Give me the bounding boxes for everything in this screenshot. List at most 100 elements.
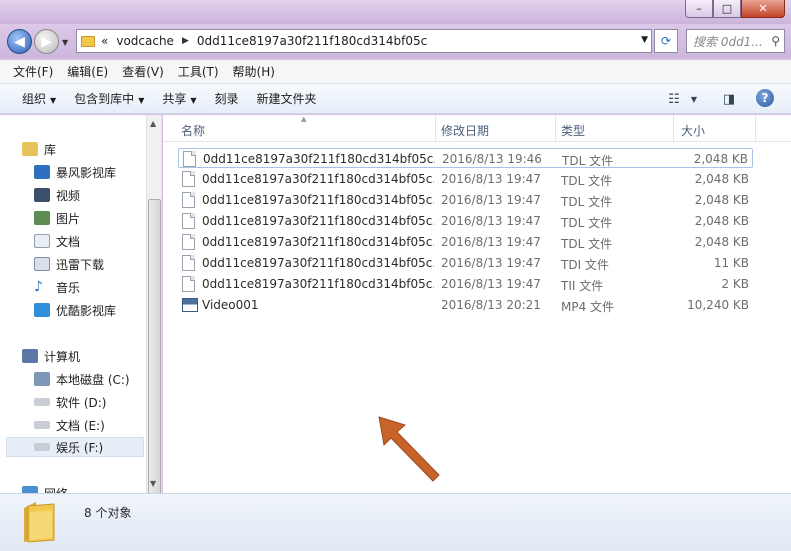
share-button[interactable]: 共享 ▼ — [156, 90, 208, 107]
nav-drive-f[interactable]: 娱乐 (F:) — [6, 437, 144, 457]
file-row[interactable]: Video001 2016/8/13 20:21 MP4 文件 10,240 KB — [178, 295, 753, 315]
file-icon — [182, 255, 195, 271]
file-name: 0dd11ce8197a30f211f180cd314bf05c... — [202, 256, 434, 270]
history-dropdown-icon[interactable]: ▼ — [62, 38, 68, 47]
preview-pane-icon[interactable]: ◨ — [718, 89, 740, 109]
nav-item-music[interactable]: ♪ 音乐 — [34, 277, 80, 297]
forward-button[interactable]: ▶ — [34, 29, 59, 54]
details-pane: 8 个对象 — [0, 493, 791, 551]
file-type: TDL 文件 — [561, 174, 613, 188]
windows-drive-icon — [34, 372, 50, 386]
mp4-icon — [182, 298, 198, 312]
file-icon — [182, 192, 195, 208]
file-name: Video001 — [202, 298, 259, 312]
menu-bar: 文件(F) 编辑(E) 查看(V) 工具(T) 帮助(H) — [0, 60, 791, 84]
nav-computer[interactable]: 计算机 — [22, 346, 80, 366]
scroll-down-icon[interactable]: ▼ — [150, 479, 156, 488]
column-size[interactable]: 大小 — [681, 122, 705, 139]
file-row[interactable]: 0dd11ce8197a30f211f180cd314bf05c... 2016/… — [178, 190, 753, 210]
nav-drive-c[interactable]: 本地磁盘 (C:) — [34, 369, 130, 389]
menu-file[interactable]: 文件(F) — [6, 63, 60, 80]
view-options-icon[interactable]: ☷ — [664, 89, 684, 109]
nav-drive-label: 软件 (D:) — [56, 395, 107, 410]
nav-drive-e[interactable]: 文档 (E:) — [34, 415, 105, 435]
breadcrumb-separator-icon[interactable]: ▶ — [182, 36, 189, 46]
column-divider[interactable] — [435, 115, 436, 142]
file-date: 2016/8/13 19:47 — [441, 277, 541, 291]
nav-network-label: 网络 — [44, 485, 68, 494]
maximize-button[interactable]: □ — [713, 0, 741, 18]
file-date: 2016/8/13 19:46 — [442, 152, 542, 166]
new-folder-button[interactable]: 新建文件夹 — [251, 90, 329, 107]
scroll-up-icon[interactable]: ▲ — [150, 119, 156, 128]
column-divider[interactable] — [673, 115, 674, 142]
burn-button[interactable]: 刻录 — [209, 90, 251, 107]
address-row: ◀ ▶ ▼ « vodcache ▶ 0dd11ce8197a30f211f18… — [0, 24, 791, 58]
nav-libraries[interactable]: 库 — [22, 139, 56, 159]
back-button[interactable]: ◀ — [7, 29, 32, 54]
arrow-left-icon: ◀ — [14, 33, 25, 50]
file-row[interactable]: 0dd11ce8197a30f211f180cd314bf05c... 2016/… — [178, 253, 753, 273]
video-library-icon — [34, 303, 50, 317]
column-divider[interactable] — [555, 115, 556, 142]
sort-ascending-icon: ▲ — [301, 115, 307, 123]
address-bar[interactable]: « vodcache ▶ 0dd11ce8197a30f211f180cd314… — [76, 29, 652, 53]
nav-item-documents[interactable]: 文档 — [34, 231, 80, 251]
column-divider[interactable] — [755, 115, 756, 142]
music-note-icon: ♪ — [34, 279, 43, 295]
breadcrumb-current-folder[interactable]: 0dd11ce8197a30f211f180cd314bf05c — [197, 34, 427, 48]
column-date[interactable]: 修改日期 — [441, 122, 489, 139]
video-library-icon — [34, 165, 50, 179]
scrollbar-thumb[interactable] — [148, 199, 161, 493]
folder-icon — [24, 502, 55, 543]
breadcrumb-vodcache[interactable]: vodcache — [116, 34, 174, 48]
file-size: 2,048 KB — [693, 152, 748, 166]
file-name: 0dd11ce8197a30f211f180cd314bf05c... — [202, 172, 434, 186]
organize-button[interactable]: 组织 ▼ — [16, 90, 68, 107]
file-size: 2,048 KB — [694, 235, 749, 249]
breadcrumb-overflow[interactable]: « — [101, 34, 108, 48]
column-type[interactable]: 类型 — [561, 122, 585, 139]
file-row[interactable]: 0dd11ce8197a30f211f180cd314bf05c... 2016/… — [178, 148, 753, 168]
nav-item-videos[interactable]: 视频 — [34, 185, 80, 205]
help-icon[interactable]: ? — [756, 89, 774, 107]
nav-network[interactable]: 网络 — [22, 483, 68, 493]
menu-view[interactable]: 查看(V) — [115, 63, 171, 80]
menu-help[interactable]: 帮助(H) — [226, 63, 282, 80]
item-count: 8 个对象 — [84, 506, 132, 520]
file-row[interactable]: 0dd11ce8197a30f211f180cd314bf05c... 2016/… — [178, 211, 753, 231]
include-in-library-button[interactable]: 包含到库中 ▼ — [68, 90, 156, 107]
address-dropdown-icon[interactable]: ▼ — [641, 35, 648, 45]
title-bar: – □ ✕ — [0, 0, 791, 24]
nav-item-baofeng[interactable]: 暴风影视库 — [34, 162, 116, 182]
file-row[interactable]: 0dd11ce8197a30f211f180cd314bf05c... 2016/… — [178, 274, 753, 294]
search-input[interactable]: 搜索 0dd1... ⚲ — [686, 29, 785, 53]
nav-item-youku[interactable]: 优酷影视库 — [34, 300, 116, 320]
close-button[interactable]: ✕ — [741, 0, 785, 18]
nav-drive-d[interactable]: 软件 (D:) — [34, 392, 106, 412]
file-type: TDL 文件 — [561, 216, 613, 230]
refresh-button[interactable]: ⟳ — [654, 29, 678, 53]
file-row[interactable]: 0dd11ce8197a30f211f180cd314bf05c... 2016/… — [178, 232, 753, 252]
nav-item-thunder-downloads[interactable]: 迅雷下载 — [34, 254, 104, 274]
view-dropdown-icon[interactable]: ▼ — [688, 89, 700, 109]
download-folder-icon — [34, 257, 50, 271]
column-name[interactable]: 名称 — [181, 122, 205, 139]
file-icon — [182, 276, 195, 292]
drive-icon — [34, 421, 50, 429]
nav-item-pictures[interactable]: 图片 — [34, 208, 80, 228]
minimize-button[interactable]: – — [685, 0, 713, 18]
nav-scrollbar[interactable]: ▲ ▼ — [146, 115, 161, 493]
menu-tools[interactable]: 工具(T) — [171, 63, 226, 80]
file-size: 11 KB — [713, 256, 749, 270]
file-date: 2016/8/13 19:47 — [441, 256, 541, 270]
nav-drive-label: 本地磁盘 (C:) — [56, 372, 130, 387]
file-name: 0dd11ce8197a30f211f180cd314bf05c... — [202, 193, 434, 207]
nav-libraries-label: 库 — [44, 142, 57, 157]
menu-edit[interactable]: 编辑(E) — [60, 63, 115, 80]
film-icon — [34, 188, 50, 202]
file-size: 2,048 KB — [694, 193, 749, 207]
file-row[interactable]: 0dd11ce8197a30f211f180cd314bf05c... 2016/… — [178, 169, 753, 189]
nav-item-label: 音乐 — [56, 280, 81, 295]
file-date: 2016/8/13 19:47 — [441, 214, 541, 228]
